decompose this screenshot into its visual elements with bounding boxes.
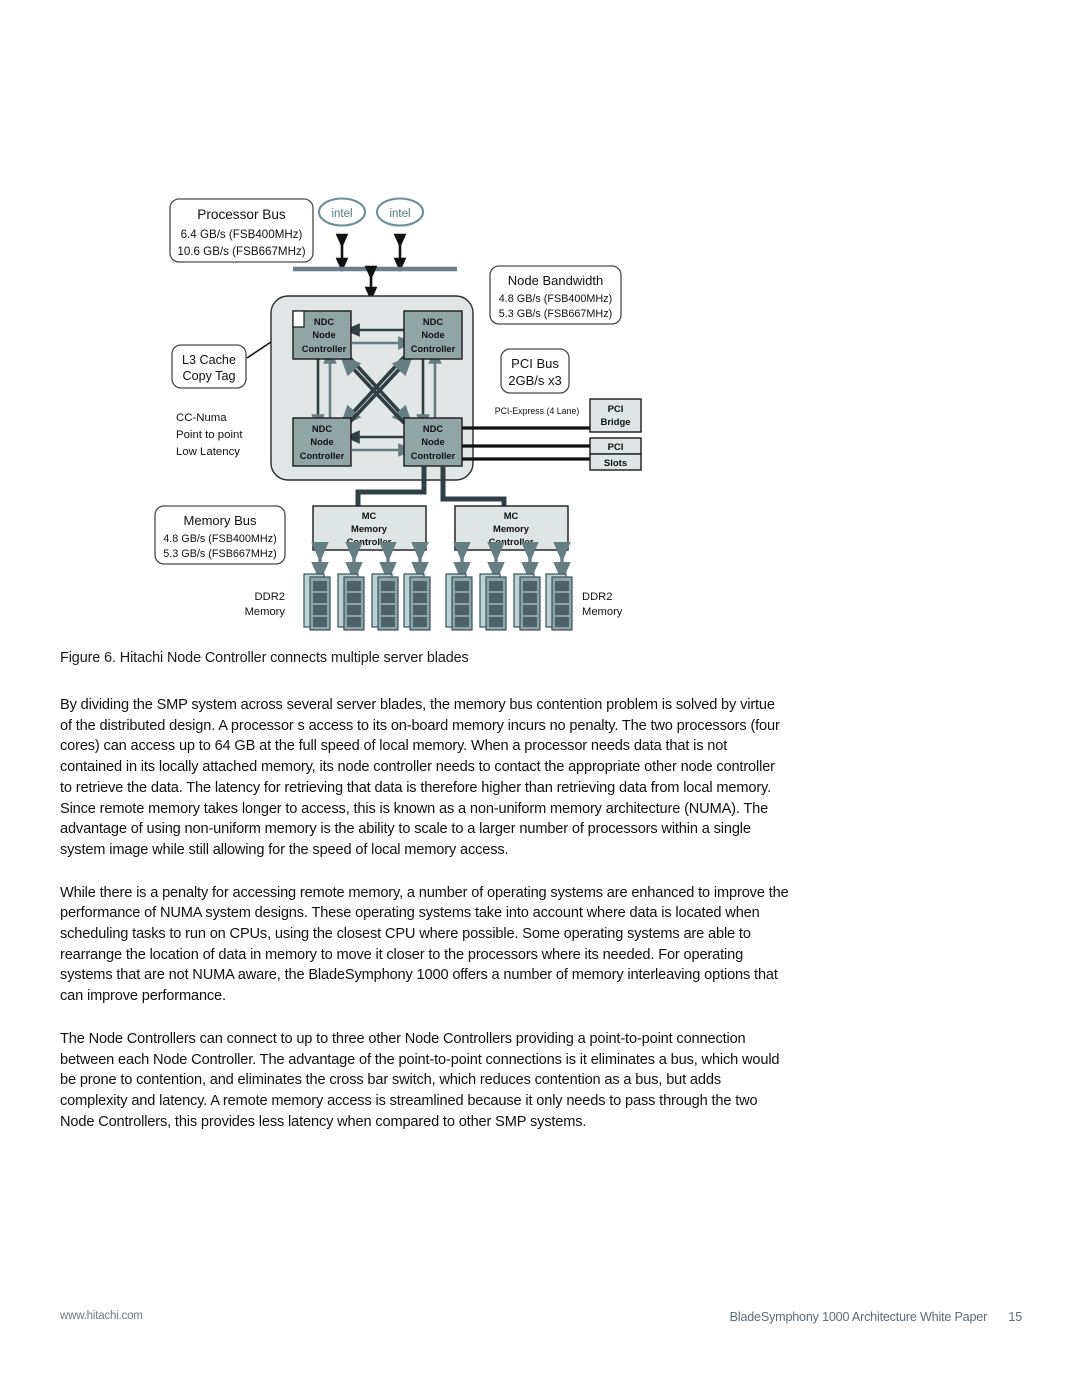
footer-website-link[interactable]: www.hitachi.com (60, 1310, 143, 1322)
memory-bus-line2: 5.3 GB/s (FSB667MHz) (163, 548, 276, 560)
node-controller-architecture-svg: Processor Bus 6.4 GB/s (FSB400MHz) 10.6 … (154, 197, 642, 631)
pci-bridge-line1: PCI (608, 404, 624, 415)
ndc-tr-abbr: NDC (423, 317, 443, 327)
body-paragraph-3: The Node Controllers can connect to up t… (60, 1030, 780, 1130)
ndc-bl-line2: Node (310, 437, 333, 447)
callout-processor-bus: Processor Bus 6.4 GB/s (FSB400MHz) 10.6 … (169, 198, 314, 263)
ndc-box-bottom-left: NDC Node Controller (292, 417, 352, 467)
ndc-box-top-left: NDC Node Controller (292, 310, 352, 360)
l3-cache-tag-marker (292, 310, 305, 328)
mc-left-abbr: MC (362, 510, 377, 521)
ddr2-right-line2: Memory (582, 606, 623, 618)
intel-logo-2: intel (375, 197, 425, 227)
pci-bus-title: PCI Bus (511, 356, 559, 371)
dimm-bank-right (445, 541, 573, 631)
page-body: Figure 6. Hitachi Node Controller connec… (60, 648, 790, 1154)
pci-bus-line1: 2GB/s x3 (508, 373, 561, 388)
intel-logo-1: intel (317, 197, 367, 227)
mc-right-line3: Controller (489, 536, 534, 547)
callout-node-bandwidth: Node Bandwidth 4.8 GB/s (FSB400MHz) 5.3 … (489, 265, 622, 325)
memory-controller-box-right: MC Memory Controller (454, 505, 569, 551)
ddr2-right-line1: DDR2 (582, 591, 612, 603)
memory-bus-line1: 4.8 GB/s (FSB400MHz) (163, 533, 276, 545)
footer-title-text: BladeSymphony 1000 Architecture White Pa… (729, 1310, 988, 1324)
l3-cache-line2: Copy Tag (183, 369, 236, 383)
pci-express-label: PCI-Express (4 Lane) (495, 406, 580, 416)
l3-cache-line1: L3 Cache (182, 353, 236, 367)
note-cc-numa: CC-Numa (176, 412, 227, 424)
processor-bus-title: Processor Bus (197, 207, 286, 222)
mc-left-line3: Controller (347, 536, 392, 547)
mc-right-abbr: MC (504, 510, 519, 521)
pci-express-links: PCI-Express (4 Lane) (462, 406, 590, 461)
node-bandwidth-title: Node Bandwidth (508, 273, 603, 288)
ddr2-label-left: DDR2 Memory (245, 591, 286, 618)
ndc-tl-abbr: NDC (314, 317, 334, 327)
ndc-box-top-right: NDC Node Controller (403, 310, 463, 360)
ndc-bl-abbr: NDC (312, 424, 332, 434)
processor-bus-line2: 10.6 GB/s (FSB667MHz) (177, 245, 305, 258)
ndc-tl-line2: Node (312, 330, 335, 340)
pci-slots-line2: Slots (604, 458, 627, 469)
body-paragraph-2: While there is a penalty for accessing r… (60, 884, 789, 1005)
body-paragraph-1: By dividing the SMP system across severa… (60, 697, 780, 858)
footer-document-title: BladeSymphony 1000 Architecture White Pa… (729, 1310, 1023, 1324)
memory-bus-title: Memory Bus (184, 513, 257, 528)
processor-bus-line1: 6.4 GB/s (FSB400MHz) (181, 228, 303, 241)
note-low-latency: Low Latency (176, 446, 240, 458)
ndc-tr-line2: Node (421, 330, 444, 340)
callout-memory-bus: Memory Bus 4.8 GB/s (FSB400MHz) 5.3 GB/s… (154, 505, 286, 565)
dimm-bank-left (303, 541, 431, 631)
intel-logo-1-text: intel (331, 208, 352, 220)
intel-logo-2-text: intel (389, 208, 410, 220)
memory-controller-box-left: MC Memory Controller (312, 505, 427, 551)
node-bandwidth-line1: 4.8 GB/s (FSB400MHz) (499, 293, 612, 305)
cpu-to-bus-arrows (335, 233, 407, 273)
callout-pci-bus: PCI Bus 2GB/s x3 (500, 348, 570, 394)
ndc-br-line3: Controller (411, 451, 456, 461)
diagram-notes: CC-Numa Point to point Low Latency (176, 412, 243, 458)
ndc-br-line2: Node (421, 437, 444, 447)
node-bandwidth-line2: 5.3 GB/s (FSB667MHz) (499, 308, 612, 320)
ddr2-left-line2: Memory (245, 606, 286, 618)
ndc-tr-line3: Controller (411, 344, 456, 354)
ndc-tl-line3: Controller (302, 344, 347, 354)
ddr2-left-line1: DDR2 (255, 591, 285, 603)
ndc-br-abbr: NDC (423, 424, 443, 434)
figure-caption: Figure 6. Hitachi Node Controller connec… (60, 650, 469, 666)
mc-left-line2: Memory (351, 523, 388, 534)
footer-page-number: 15 (1008, 1310, 1022, 1324)
pci-bridge-box: PCI Bridge (589, 398, 642, 433)
mc-right-line2: Memory (493, 523, 530, 534)
pci-bridge-line2: Bridge (600, 417, 630, 428)
ndc-bl-line3: Controller (300, 451, 345, 461)
pci-slots-box: PCI Slots (589, 437, 642, 471)
figure-6-diagram: Processor Bus 6.4 GB/s (FSB400MHz) 10.6 … (0, 0, 1080, 645)
ndc-box-bottom-right: NDC Node Controller (403, 417, 463, 467)
page-footer: www.hitachi.com BladeSymphony 1000 Archi… (0, 1310, 1080, 1340)
pci-slots-line1: PCI (608, 442, 624, 453)
note-point-to-point: Point to point (176, 429, 243, 441)
ddr2-label-right: DDR2 Memory (582, 591, 623, 618)
